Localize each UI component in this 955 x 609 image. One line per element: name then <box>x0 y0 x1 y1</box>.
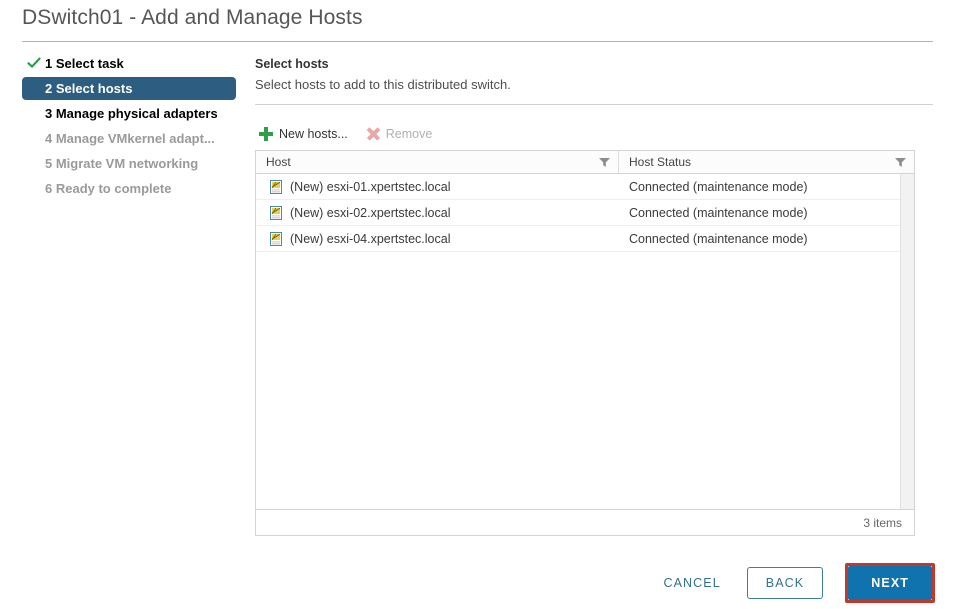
table-row[interactable]: (New) esxi-02.xpertstec.local Connected … <box>256 200 914 226</box>
remove-label: Remove <box>385 127 433 141</box>
table-footer: 3 items <box>256 509 914 535</box>
table-cell-host: (New) esxi-04.xpertstec.local <box>256 231 619 246</box>
table-header-row: Host Host Status <box>256 151 914 174</box>
table-cell-host-status: Connected (maintenance mode) <box>629 231 808 246</box>
check-icon <box>27 56 41 70</box>
new-hosts-label: New hosts... <box>279 127 348 141</box>
host-name: (New) esxi-01.xpertstec.local <box>290 179 451 194</box>
table-cell-host: (New) esxi-01.xpertstec.local <box>256 179 619 194</box>
table-toolbar: New hosts... Remove <box>259 124 432 144</box>
title-divider <box>22 41 933 42</box>
sidebar-item-label: 2 Select hosts <box>45 81 133 96</box>
sidebar-item-label: 3 Manage physical adapters <box>45 106 218 121</box>
table-row[interactable]: (New) esxi-01.xpertstec.local Connected … <box>256 174 914 200</box>
host-icon <box>270 231 282 246</box>
filter-icon[interactable] <box>895 157 906 167</box>
table-cell-host: (New) esxi-02.xpertstec.local <box>256 205 619 220</box>
sidebar-item-label: 5 Migrate VM networking <box>45 156 199 171</box>
sidebar-item-manage-vmkernel-adapters: 4 Manage VMkernel adapt... <box>22 127 236 150</box>
sidebar-item-select-task[interactable]: 1 Select task <box>22 52 236 75</box>
table-cell-host-status: Connected (maintenance mode) <box>629 205 808 220</box>
wizard-step-list: 1 Select task 2 Select hosts 3 Manage ph… <box>22 52 236 200</box>
sidebar-item-label: 1 Select task <box>45 56 124 71</box>
host-name: (New) esxi-04.xpertstec.local <box>290 231 451 246</box>
table-body: (New) esxi-01.xpertstec.local Connected … <box>256 174 914 509</box>
column-header-host-label: Host <box>266 155 291 169</box>
pane-divider <box>255 104 933 105</box>
sidebar-item-migrate-vm-networking: 5 Migrate VM networking <box>22 152 236 175</box>
item-count-label: 3 items <box>863 515 902 530</box>
table-cell-host-status: Connected (maintenance mode) <box>629 179 808 194</box>
column-header-host-status-label: Host Status <box>629 155 692 169</box>
plus-icon <box>259 127 273 141</box>
sidebar-item-label: 4 Manage VMkernel adapt... <box>45 131 215 146</box>
hosts-table: Host Host Status (New) esxi-01.xpertstec… <box>255 150 915 536</box>
next-button[interactable]: NEXT <box>848 566 932 600</box>
cancel-button[interactable]: CANCEL <box>649 568 734 598</box>
wizard-footer: CANCEL BACK NEXT <box>0 563 935 603</box>
back-button[interactable]: BACK <box>746 567 824 599</box>
host-icon <box>270 179 282 194</box>
pane-title: Select hosts <box>255 57 329 71</box>
next-button-highlight: NEXT <box>845 563 935 603</box>
remove-button: Remove <box>366 127 433 141</box>
host-name: (New) esxi-02.xpertstec.local <box>290 205 451 220</box>
sidebar-item-ready-to-complete: 6 Ready to complete <box>22 177 236 200</box>
pane-subtitle: Select hosts to add to this distributed … <box>255 77 511 92</box>
filter-icon[interactable] <box>599 157 610 167</box>
sidebar-item-label: 6 Ready to complete <box>45 181 172 196</box>
new-hosts-button[interactable]: New hosts... <box>259 127 348 141</box>
column-header-host-status[interactable]: Host Status <box>619 151 914 173</box>
pane-header: Select hosts Select hosts to add to this… <box>255 56 933 105</box>
table-vertical-scrollbar[interactable] <box>900 174 914 509</box>
column-header-host[interactable]: Host <box>256 151 619 173</box>
page-title: DSwitch01 - Add and Manage Hosts <box>22 6 363 29</box>
close-icon <box>366 127 380 141</box>
sidebar-item-select-hosts[interactable]: 2 Select hosts <box>22 77 236 100</box>
sidebar-item-manage-physical-adapters[interactable]: 3 Manage physical adapters <box>22 102 236 125</box>
table-row[interactable]: (New) esxi-04.xpertstec.local Connected … <box>256 226 914 252</box>
host-icon <box>270 205 282 220</box>
